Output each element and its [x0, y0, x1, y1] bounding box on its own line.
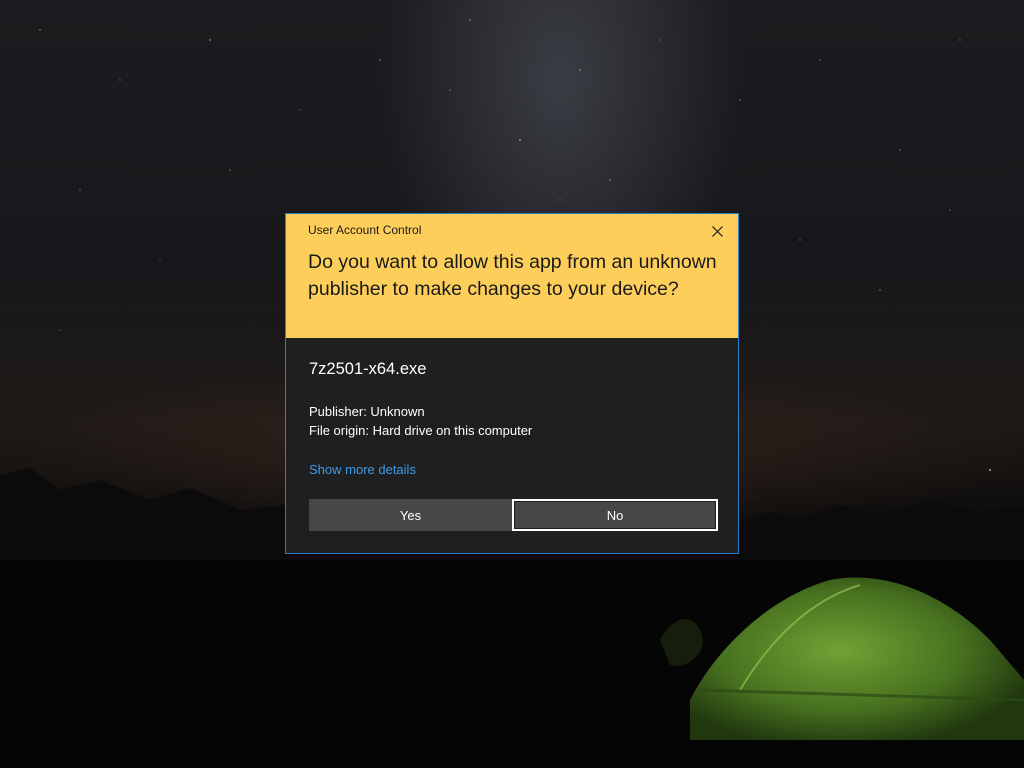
close-button[interactable] — [704, 220, 730, 242]
yes-button[interactable]: Yes — [309, 499, 512, 531]
no-button[interactable]: No — [512, 499, 718, 531]
dialog-title: User Account Control — [308, 223, 422, 237]
uac-dialog: User Account Control Do you want to allo… — [285, 213, 739, 554]
file-origin-info: File origin: Hard drive on this computer — [309, 423, 533, 438]
uac-header: User Account Control Do you want to allo… — [286, 214, 738, 338]
publisher-info: Publisher: Unknown — [309, 404, 425, 419]
close-icon — [711, 225, 723, 237]
uac-question: Do you want to allow this app from an un… — [308, 251, 717, 300]
app-name: 7z2501-x64.exe — [309, 360, 427, 378]
desktop-wallpaper: User Account Control Do you want to allo… — [0, 0, 1024, 768]
show-more-details-link[interactable]: Show more details — [309, 462, 416, 477]
